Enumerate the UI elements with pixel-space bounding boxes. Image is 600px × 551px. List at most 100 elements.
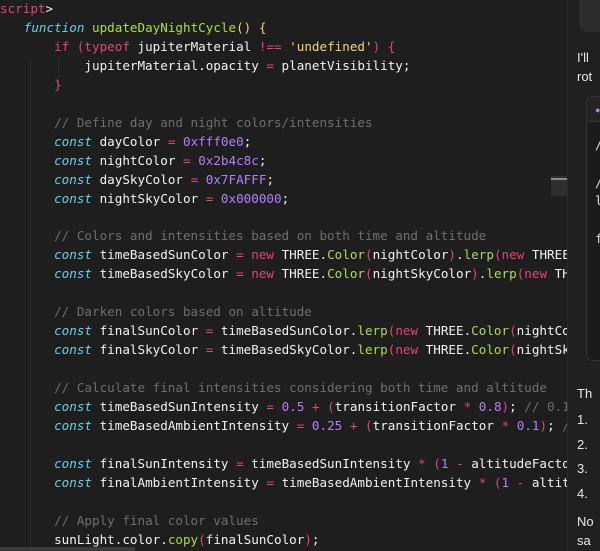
code-line: if (typeof jupiterMaterial !== 'undefine… <box>1 37 395 56</box>
code-line: // Colors and intensities based on both … <box>1 226 486 245</box>
chat-panel: I'll rot ●● / / l f Th 1. 2. 3. 4. No sa <box>567 0 600 551</box>
chat-text: No <box>577 514 594 529</box>
code-token: { <box>258 19 267 35</box>
code-token: nightSkyColor <box>372 266 472 282</box>
code-token: = <box>236 266 244 282</box>
code-line: const finalAmbientIntensity = timeBasedA… <box>1 473 567 492</box>
code-token: ) <box>304 531 312 547</box>
message-input-box[interactable] <box>579 0 600 32</box>
code-editor[interactable]: script> function updateDayNightCycle() {… <box>0 0 567 551</box>
code-token: nightSk <box>516 342 567 358</box>
code-token: * <box>418 455 426 471</box>
code-line: f <box>595 231 600 246</box>
code-token: // Colors and intensities based on both … <box>54 228 487 244</box>
code-token: Color <box>471 342 510 358</box>
horizontal-scrollbar[interactable] <box>0 547 135 551</box>
code-token: const <box>54 323 92 339</box>
code-token: ( <box>365 417 373 433</box>
code-token: finalAmbientIntensity <box>92 474 267 490</box>
code-line: // Calculate final intensities consideri… <box>1 378 547 397</box>
code-token: Color <box>471 323 510 339</box>
code-token: new <box>251 247 274 263</box>
code-token: = <box>236 455 244 471</box>
code-token: TH <box>554 266 567 282</box>
code-token: finalSunColor <box>92 323 206 339</box>
code-line: // Define day and night colors/intensiti… <box>1 113 373 132</box>
code-token: new <box>395 342 419 358</box>
minimap-marker <box>551 178 567 180</box>
code-token: // Calculate final intensities consideri… <box>54 380 547 395</box>
code-line: const timeBasedSunIntensity = 0.5 + (tra… <box>1 397 567 416</box>
code-token: = <box>266 474 274 490</box>
code-token: lerp <box>357 342 388 358</box>
code-token: ( <box>493 247 502 263</box>
code-token: (typeof <box>76 38 130 54</box>
code-line: / <box>595 175 600 190</box>
code-token: // Define day and night colors/intensiti… <box>54 114 373 130</box>
code-token: timeBasedSkyColor <box>92 266 237 282</box>
code-token: timeBasedSkyColor. <box>213 342 358 358</box>
code-token: ( <box>365 247 373 263</box>
code-token: ; <box>547 417 563 433</box>
code-token: 1 <box>501 474 510 490</box>
code-token: ; <box>281 190 290 206</box>
code-token: 0.1 <box>516 417 540 433</box>
code-token: lerp <box>486 266 517 282</box>
code-token: = <box>183 152 191 168</box>
code-token: planetVisibility; <box>273 57 411 73</box>
code-token: + <box>311 398 320 414</box>
code-line: const dayColor = 0xfff0e0; <box>1 132 251 151</box>
code-token: new <box>251 266 274 282</box>
code-line: jupiterMaterial.opacity = planetVisibili… <box>1 56 410 75</box>
code-token: ( <box>198 531 206 547</box>
list-item: 2. <box>577 437 588 452</box>
chat-text: Th <box>577 386 593 401</box>
code-token: script <box>0 1 46 16</box>
code-token: nightColor <box>92 152 183 168</box>
code-token: // Apply final color values <box>54 512 259 528</box>
code-token: 0.25 <box>311 417 343 433</box>
code-token: = <box>266 57 274 73</box>
code-token: finalSunIntensity <box>92 455 237 471</box>
code-line: sunLight.color.copy(finalSunColor); <box>1 530 319 549</box>
code-token: - <box>456 455 464 471</box>
code-token: ) <box>448 247 457 263</box>
code-token: THREE. <box>274 247 328 263</box>
code-token: timeBasedAmbientIntensity <box>92 417 297 433</box>
code-line: script> <box>0 0 53 18</box>
code-token: ; <box>258 152 267 168</box>
code-icon: ●● <box>595 105 600 115</box>
chat-text: sa <box>577 533 591 548</box>
code-token: const <box>54 171 92 187</box>
code-token: nightColor <box>372 247 449 263</box>
code-token: !== <box>258 38 282 54</box>
code-line: function updateDayNightCycle() { <box>1 18 267 37</box>
code-token: lerp <box>357 323 388 339</box>
code-token: } <box>54 76 62 92</box>
code-token: ( <box>433 455 441 471</box>
code-token: 0x000000 <box>220 190 282 206</box>
code-token: 0.8 <box>478 398 502 414</box>
code-token: copy <box>167 531 199 547</box>
code-token: THREE <box>524 247 567 263</box>
code-token: ( <box>365 266 373 282</box>
code-token: // 0.1 <box>524 398 567 414</box>
code-token: daySkyColor <box>92 171 191 187</box>
list-item: 3. <box>577 461 588 476</box>
code-token: const <box>54 266 92 282</box>
code-token: = <box>266 398 274 414</box>
